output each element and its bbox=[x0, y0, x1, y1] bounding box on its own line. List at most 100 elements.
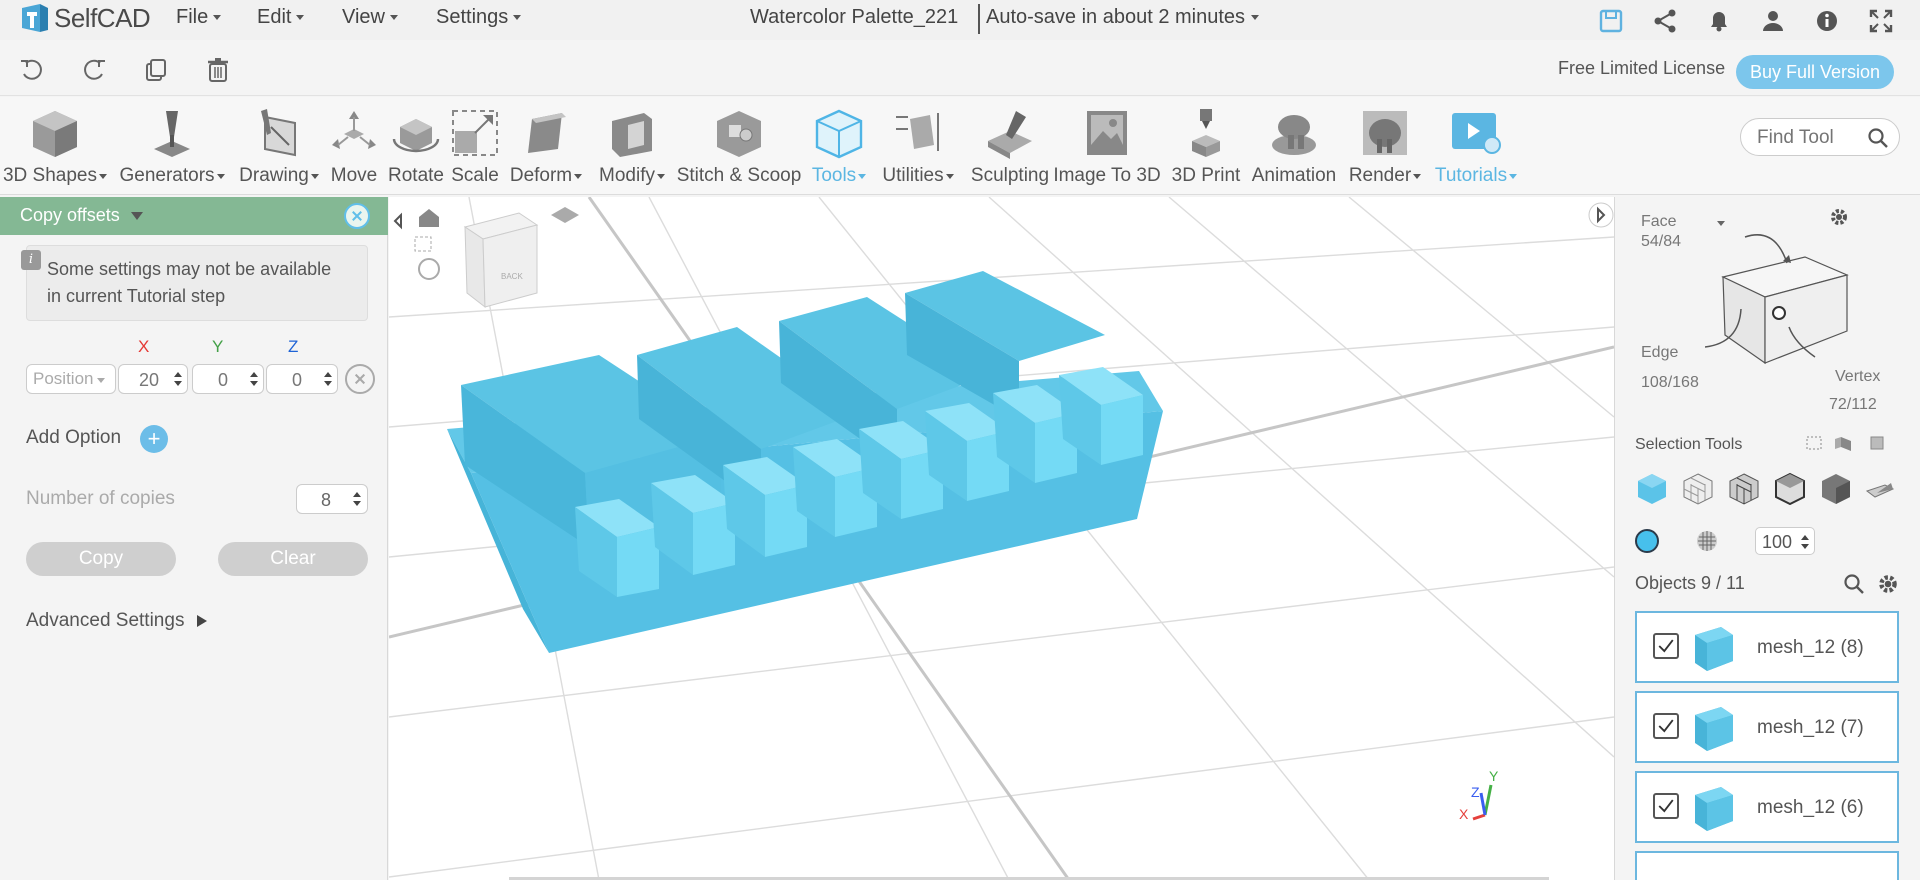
menu-settings[interactable]: Settings bbox=[436, 6, 522, 29]
orbit-icon[interactable] bbox=[418, 258, 440, 280]
palette-model[interactable] bbox=[447, 271, 1163, 653]
tool-tutorials[interactable]: Tutorials bbox=[1430, 97, 1522, 195]
search-icon[interactable] bbox=[1867, 127, 1889, 149]
tool-animation[interactable]: Animation bbox=[1248, 97, 1340, 195]
chevron-left-icon[interactable] bbox=[393, 212, 402, 230]
tool-label: Image To 3D bbox=[1053, 165, 1161, 186]
spinner-icon[interactable] bbox=[1800, 533, 1810, 551]
select-vertices-icon[interactable] bbox=[1773, 471, 1807, 505]
tool-drawing[interactable]: Drawing bbox=[236, 97, 322, 195]
view-cube[interactable]: BACK bbox=[463, 212, 539, 309]
checkbox-checked-icon[interactable] bbox=[1653, 633, 1679, 659]
menu-view[interactable]: View bbox=[342, 6, 398, 29]
tool-label: Tutorials bbox=[1434, 165, 1508, 186]
copy-icon[interactable] bbox=[142, 56, 170, 84]
tool-3d-print[interactable]: 3D Print bbox=[1168, 97, 1244, 195]
gear-icon[interactable] bbox=[1877, 573, 1899, 595]
printer-icon bbox=[1192, 109, 1220, 157]
menu-edit[interactable]: Edit bbox=[257, 6, 305, 29]
tool-sculpting[interactable]: Sculpting bbox=[964, 97, 1056, 195]
tool-stitch-scoop[interactable]: Stitch & Scoop bbox=[676, 97, 802, 195]
object-row[interactable]: mesh_12 (8) bbox=[1635, 611, 1899, 683]
tool-image-to-3d[interactable]: Image To 3D bbox=[1053, 97, 1161, 195]
find-tool-input[interactable] bbox=[1757, 127, 1865, 149]
clear-button[interactable]: Clear bbox=[218, 542, 368, 576]
select-faces-icon[interactable] bbox=[1681, 471, 1715, 505]
object-row-partial[interactable] bbox=[1635, 851, 1899, 880]
selection-mode-cube[interactable] bbox=[1705, 217, 1875, 367]
advanced-settings-toggle[interactable]: Advanced Settings bbox=[26, 610, 208, 632]
save-icon[interactable] bbox=[1598, 8, 1624, 34]
texture-icon[interactable] bbox=[1695, 529, 1719, 553]
search-icon[interactable] bbox=[1843, 573, 1865, 595]
vertex-label[interactable]: Vertex bbox=[1835, 368, 1880, 386]
info-icon[interactable] bbox=[1814, 8, 1840, 34]
close-icon[interactable] bbox=[344, 203, 370, 229]
tool-utilities[interactable]: Utilities bbox=[876, 97, 960, 195]
redo-icon[interactable] bbox=[80, 56, 108, 84]
chevron-down-icon bbox=[513, 15, 522, 20]
document-title[interactable]: Watercolor Palette_221 bbox=[750, 6, 958, 29]
panel-title[interactable]: Copy offsets bbox=[20, 205, 144, 226]
menu-file[interactable]: File bbox=[176, 6, 222, 29]
tool-tools[interactable]: Tools bbox=[808, 97, 870, 195]
add-option-label[interactable]: Add Option bbox=[26, 427, 121, 449]
spinner-icon[interactable] bbox=[352, 490, 362, 508]
select-plane-icon[interactable] bbox=[1863, 471, 1897, 505]
find-tool-field[interactable] bbox=[1740, 118, 1900, 156]
offset-y-input[interactable]: 0 bbox=[192, 364, 264, 394]
copy-offsets-panel: Copy offsets i Some settings may not be … bbox=[0, 197, 388, 880]
render-icon bbox=[1363, 111, 1407, 155]
spinner-icon[interactable] bbox=[323, 370, 333, 388]
copy-button[interactable]: Copy bbox=[26, 542, 176, 576]
tool-3d-shapes[interactable]: 3D Shapes bbox=[2, 97, 108, 195]
fit-view-icon[interactable] bbox=[414, 236, 432, 252]
share-icon[interactable] bbox=[1652, 8, 1678, 34]
object-row[interactable]: mesh_12 (6) bbox=[1635, 771, 1899, 843]
perspective-icon[interactable] bbox=[551, 207, 579, 223]
tool-scale[interactable]: Scale bbox=[448, 97, 502, 195]
offset-x-input[interactable]: 20 bbox=[118, 364, 188, 394]
checkbox-checked-icon[interactable] bbox=[1653, 793, 1679, 819]
position-select[interactable]: Position bbox=[26, 364, 116, 394]
checkbox-checked-icon[interactable] bbox=[1653, 713, 1679, 739]
scene-canvas[interactable]: BACK X Y Z bbox=[389, 197, 1614, 880]
3d-viewport[interactable]: BACK X Y Z bbox=[389, 197, 1614, 880]
tool-generators[interactable]: Generators bbox=[116, 97, 228, 195]
select-object-icon[interactable] bbox=[1635, 471, 1669, 505]
edge-label[interactable]: Edge bbox=[1641, 344, 1678, 362]
tool-deform[interactable]: Deform bbox=[506, 97, 586, 195]
tool-modify[interactable]: Modify bbox=[594, 97, 670, 195]
tool-move[interactable]: Move bbox=[326, 97, 382, 195]
opacity-input[interactable]: 100 bbox=[1755, 527, 1815, 555]
object-row[interactable]: mesh_12 (7) bbox=[1635, 691, 1899, 763]
number-of-copies-input[interactable]: 8 bbox=[296, 484, 368, 514]
color-picker[interactable] bbox=[1635, 529, 1659, 553]
autosave-dropdown[interactable]: Auto-save in about 2 minutes bbox=[986, 6, 1260, 29]
offset-y-value: 0 bbox=[217, 370, 228, 390]
trash-icon[interactable] bbox=[204, 56, 232, 84]
select-solid-icon[interactable] bbox=[1819, 471, 1853, 505]
selection-tool-options[interactable] bbox=[1805, 433, 1891, 453]
collapse-right-button[interactable] bbox=[1588, 202, 1614, 228]
remove-option-icon[interactable] bbox=[345, 364, 375, 394]
undo-icon[interactable] bbox=[18, 56, 46, 84]
tool-rotate[interactable]: Rotate bbox=[386, 97, 446, 195]
select-edges-icon[interactable] bbox=[1727, 471, 1761, 505]
buy-full-version-button[interactable]: Buy Full Version bbox=[1736, 55, 1894, 89]
edge-count: 108/168 bbox=[1641, 374, 1699, 391]
fullscreen-icon[interactable] bbox=[1868, 8, 1894, 34]
spinner-icon[interactable] bbox=[249, 370, 259, 388]
home-icon[interactable] bbox=[419, 209, 439, 227]
add-option-button[interactable]: + bbox=[140, 425, 168, 453]
tool-render[interactable]: Render bbox=[1344, 97, 1426, 195]
objects-count: Objects 9 / 11 bbox=[1635, 573, 1745, 593]
user-icon[interactable] bbox=[1760, 8, 1786, 34]
bell-icon[interactable] bbox=[1706, 8, 1732, 34]
offset-x-value: 20 bbox=[138, 370, 160, 390]
number-of-copies-label: Number of copies bbox=[26, 488, 175, 509]
selfcad-logo[interactable]: SelfCAD bbox=[20, 2, 151, 34]
offset-z-input[interactable]: 0 bbox=[266, 364, 338, 394]
tutorial-note: i Some settings may not be available in … bbox=[21, 245, 368, 321]
spinner-icon[interactable] bbox=[173, 370, 183, 388]
